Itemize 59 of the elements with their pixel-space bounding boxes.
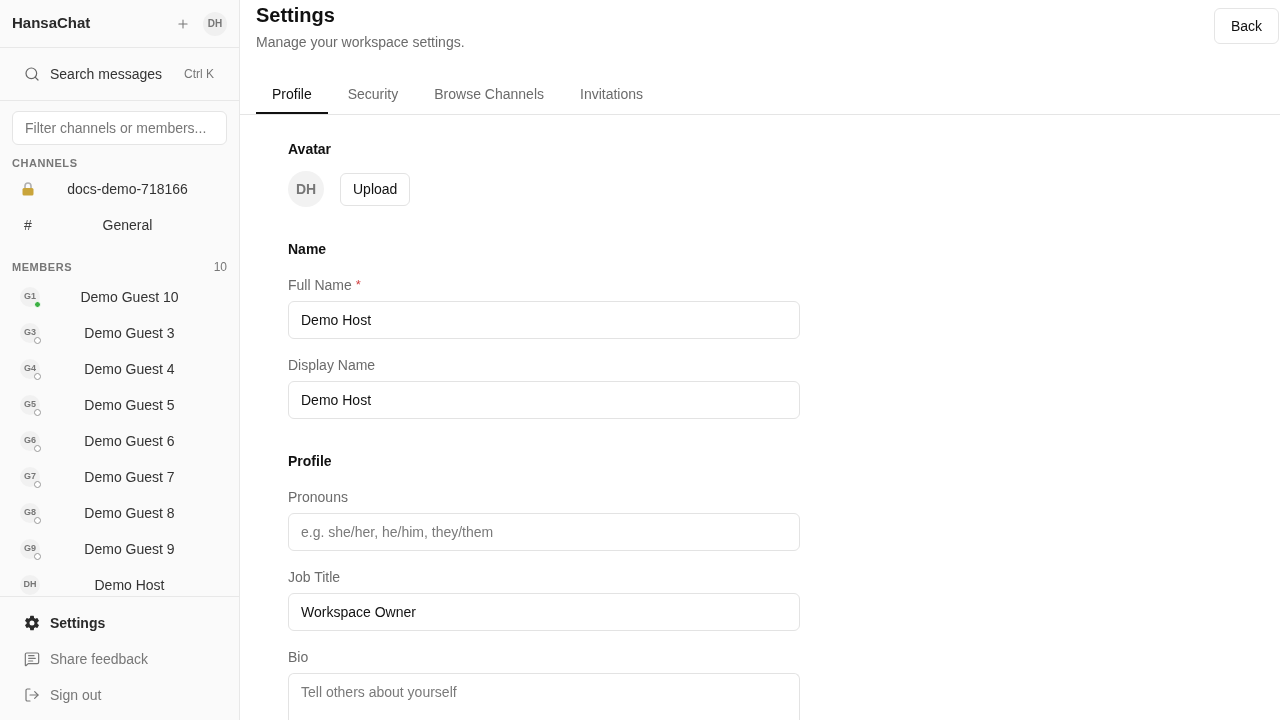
channel-item[interactable]: # General	[12, 207, 227, 243]
member-item[interactable]: G6 Demo Guest 6	[12, 423, 227, 459]
tab[interactable]: Security	[331, 76, 415, 114]
input-field[interactable]: Demo Host	[288, 381, 800, 419]
member-item[interactable]: DH Demo Host	[12, 567, 227, 596]
member-avatar: G8	[20, 503, 40, 523]
required-mark: *	[355, 276, 361, 295]
member-avatar: G4	[20, 359, 40, 379]
section-heading: Name	[288, 240, 328, 259]
member-avatar: DH	[20, 575, 40, 595]
section-heading: Avatar	[288, 140, 333, 159]
field-label: Full Name	[288, 275, 352, 295]
member-count: 10	[213, 259, 227, 276]
channel-item[interactable]: docs-demo-718166	[12, 171, 227, 207]
sidebar-footer-item[interactable]: Share feedback	[12, 641, 227, 677]
textarea-field[interactable]: Tell others about yourself	[288, 673, 800, 720]
member-avatar: G5	[20, 395, 40, 415]
field-label: Job Title	[288, 567, 341, 587]
input-field[interactable]: e.g. she/her, he/him, they/them	[288, 513, 800, 551]
member-avatar: G7	[20, 467, 40, 487]
section-heading: MEMBERS	[12, 260, 73, 275]
keyboard-shortcut: Ctrl K	[184, 66, 214, 83]
member-item[interactable]: G3 Demo Guest 3	[12, 315, 227, 351]
user-avatar[interactable]: DH	[203, 11, 227, 36]
settings-icon	[24, 615, 40, 631]
member-item[interactable]: G4 Demo Guest 4	[12, 351, 227, 387]
section-heading: CHANNELS	[12, 156, 79, 171]
section-heading: Profile	[288, 452, 333, 471]
sidebar-footer-item[interactable]: Settings	[12, 605, 227, 641]
log-out-icon	[24, 687, 40, 703]
search-button[interactable]: Search messages	[12, 56, 163, 92]
page-title: Settings	[256, 3, 336, 28]
lock-icon	[22, 182, 34, 196]
sidebar-footer-item[interactable]: Sign out	[12, 677, 227, 713]
input-field[interactable]: Demo Host	[288, 301, 800, 339]
member-item[interactable]: G7 Demo Guest 7	[12, 459, 227, 495]
member-item[interactable]: G1 Demo Guest 10	[12, 279, 227, 315]
page-subtitle: Manage your workspace settings.	[256, 33, 465, 52]
app-name: HansaChat	[12, 13, 91, 34]
member-avatar: G9	[20, 539, 40, 559]
tab[interactable]: Profile	[256, 76, 328, 114]
plus-icon	[176, 16, 190, 31]
member-avatar: G1	[20, 287, 40, 307]
tab[interactable]: Browse Channels	[418, 76, 560, 114]
field-label: Bio	[288, 647, 309, 667]
field-label: Pronouns	[288, 487, 348, 507]
member-item[interactable]: G8 Demo Guest 8	[12, 495, 227, 531]
input-field[interactable]: Workspace Owner	[288, 593, 800, 631]
filter-input[interactable]: Filter channels or members...	[12, 111, 227, 145]
member-item[interactable]: G5 Demo Guest 5	[12, 387, 227, 423]
member-item[interactable]: G9 Demo Guest 9	[12, 531, 227, 567]
field-label: Display Name	[288, 355, 376, 375]
member-avatar: G6	[20, 431, 40, 451]
back-button[interactable]: Back	[1213, 8, 1279, 44]
search-icon	[24, 66, 40, 82]
member-avatar: G3	[20, 323, 40, 343]
tab[interactable]: Invitations	[564, 76, 660, 114]
upload-button[interactable]: Upload	[340, 172, 411, 206]
profile-avatar: DH	[288, 171, 324, 207]
